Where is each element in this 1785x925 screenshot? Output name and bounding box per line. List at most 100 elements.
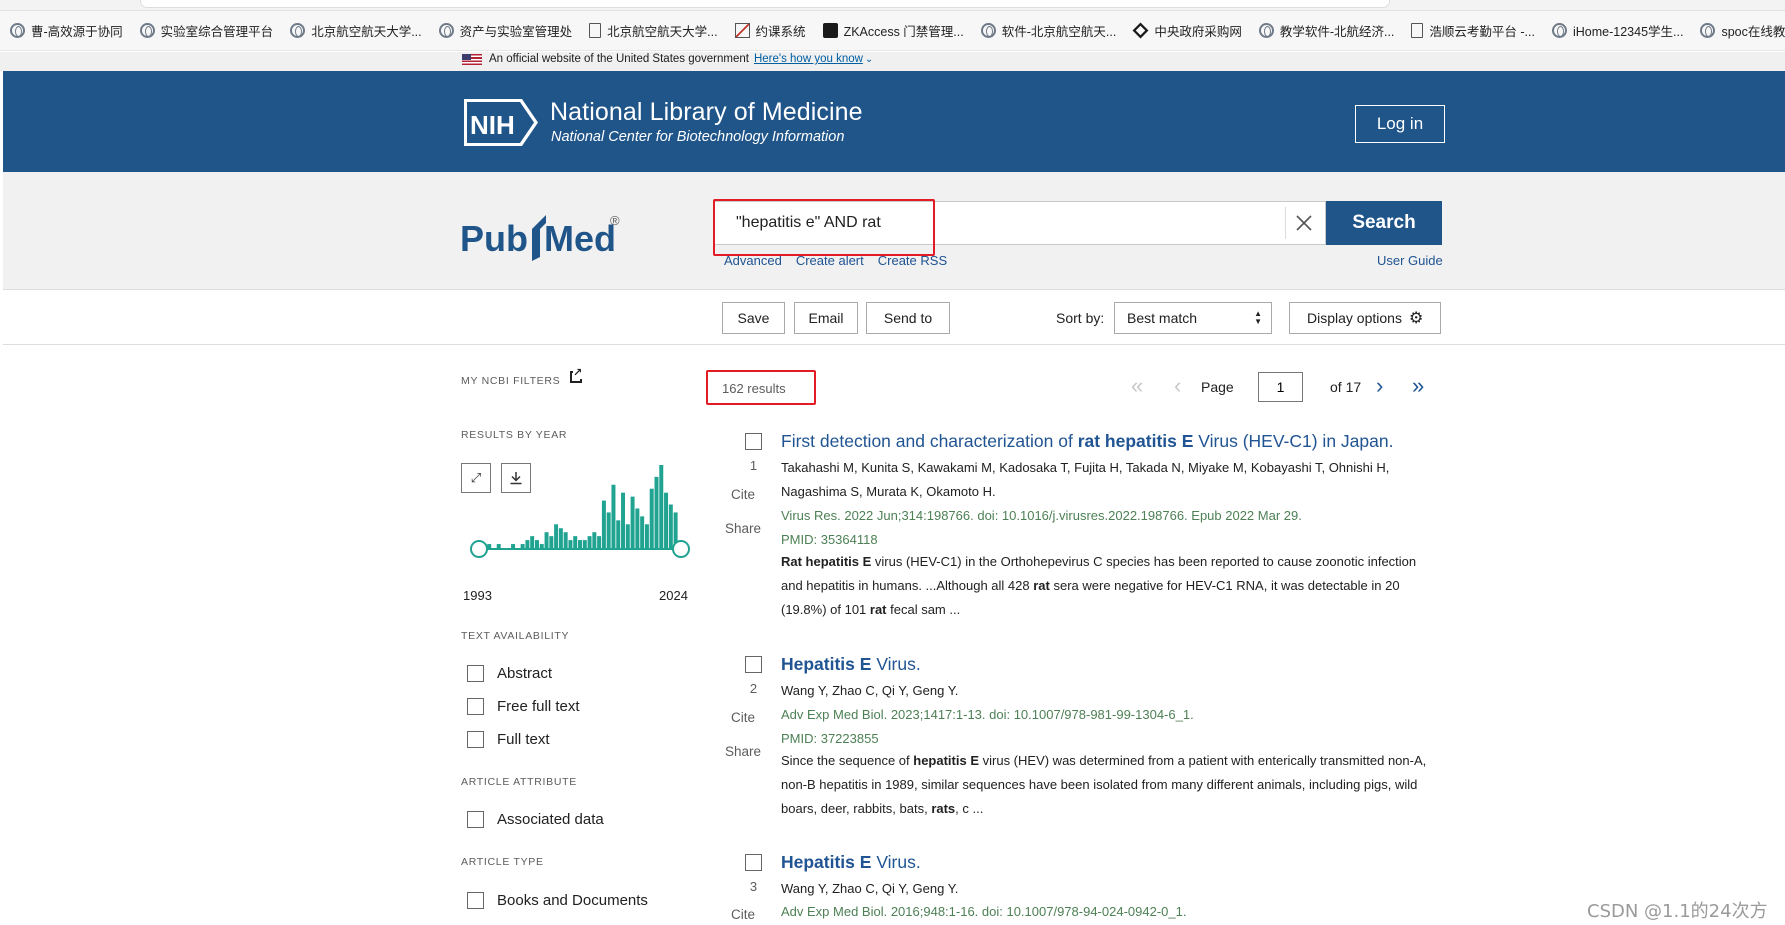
checkbox[interactable] [467,892,484,909]
filter-books-and-documents[interactable]: Books and Documents [467,892,648,909]
year-bar[interactable] [640,516,645,548]
year-bar[interactable] [511,544,516,548]
bookmark-item[interactable]: 资产与实验室管理处 [438,21,572,40]
filter-associated-data[interactable]: Associated data [467,811,604,828]
bookmark-label: 中央政府采购网 [1154,25,1242,39]
prev-page-icon[interactable]: ‹ [1174,371,1181,401]
user-guide-link[interactable]: User Guide [1377,253,1443,268]
year-bar[interactable] [530,536,535,548]
address-bar[interactable] [140,0,1390,8]
zk-icon [822,23,838,38]
year-bar[interactable] [563,532,568,548]
bookmark-item[interactable]: 软件-北京航空航天... [980,21,1116,40]
year-bar[interactable] [606,512,611,548]
bookmark-item[interactable]: 实验室综合管理平台 [139,21,273,40]
year-bar[interactable] [573,536,578,548]
text-availability-label: TEXT AVAILABILITY [461,630,570,642]
year-bar[interactable] [668,504,673,548]
first-page-icon[interactable]: « [1131,371,1143,401]
year-bar[interactable] [549,536,554,548]
bookmark-item[interactable]: 北京航空航天大学... [290,21,422,40]
bookmark-item[interactable]: iHome-12345学生... [1551,21,1683,40]
year-bar[interactable] [659,465,664,548]
sort-select[interactable]: Best match ▲ ▼ [1114,302,1272,334]
year-bar[interactable] [587,536,592,548]
filter-abstract[interactable]: Abstract [467,665,552,682]
year-bar[interactable] [654,476,659,548]
gov-banner-link[interactable]: Here's how you know [754,53,863,65]
next-page-icon[interactable]: › [1376,371,1383,401]
year-bar[interactable] [649,488,654,548]
year-bar[interactable] [496,544,501,548]
year-bar[interactable] [644,524,649,548]
nlm-title[interactable]: National Library of Medicine [550,98,863,127]
display-options-label: Display options [1307,310,1402,326]
year-bar[interactable] [621,492,626,548]
article-checkbox[interactable] [745,854,762,871]
page-number-input[interactable] [1258,372,1303,402]
year-bar[interactable] [534,540,539,548]
year-bar[interactable] [525,540,530,548]
bookmark-item[interactable]: 教学软件-北航经济... [1258,21,1394,40]
bookmark-item[interactable]: ZKAccess 门禁管理... [822,21,964,40]
year-bar[interactable] [597,536,602,548]
bookmark-item[interactable]: 约课系统 [734,21,806,40]
login-button[interactable]: Log in [1355,105,1445,143]
bookmark-item[interactable]: 中央政府采购网 [1132,21,1242,40]
checkbox[interactable] [467,665,484,682]
cite-button[interactable]: Cite [722,487,764,502]
year-bar[interactable] [578,540,582,548]
bookmark-label: ZKAccess 门禁管理... [843,25,964,39]
display-options-button[interactable]: Display options ⚙ [1289,302,1441,334]
year-bar[interactable] [635,508,640,548]
search-button[interactable]: Search [1326,201,1442,245]
article-checkbox[interactable] [745,656,762,673]
nih-logo[interactable]: NIH [462,97,540,148]
year-range-end-handle[interactable] [672,540,690,558]
year-range-start-handle[interactable] [470,540,488,558]
year-bar[interactable] [568,540,573,548]
year-bar[interactable] [625,524,630,548]
bookmark-label: 约课系统 [755,25,806,39]
checkbox[interactable] [467,731,484,748]
article-title[interactable]: First detection and characterization of … [781,431,1393,452]
bookmark-item[interactable]: 曹-高效源于协同 [10,21,123,40]
bookmark-item[interactable]: 浩顺云考勤平台 -... [1411,21,1535,40]
action-bar: Save Email Send to Sort by: Best match ▲… [3,290,1785,345]
article-title[interactable]: Hepatitis E Virus. [781,654,921,675]
filter-free-full-text[interactable]: Free full text [467,698,580,715]
year-bar[interactable] [554,524,559,548]
cite-button[interactable]: Cite [722,710,764,725]
year-bar[interactable] [601,500,606,548]
external-link-icon[interactable] [570,367,583,383]
year-bar[interactable] [616,520,621,548]
year-bar[interactable] [558,528,563,548]
year-bar[interactable] [582,540,587,548]
year-bar[interactable] [520,544,525,548]
year-bar[interactable] [592,532,597,548]
bookmark-item[interactable]: spoc在线教学平 [1700,21,1785,40]
send-to-button[interactable]: Send to [866,302,950,334]
year-bar[interactable] [630,496,635,548]
year-bar[interactable] [611,484,616,548]
year-bar[interactable] [539,544,544,548]
share-button[interactable]: Share [722,521,764,536]
year-bar[interactable] [544,532,549,548]
checkbox[interactable] [467,811,484,828]
year-bar[interactable] [664,492,669,548]
email-button[interactable]: Email [794,302,858,334]
pubmed-logo[interactable]: Pub Med ® [460,205,650,265]
clear-search-button[interactable] [1285,207,1321,239]
filter-full-text[interactable]: Full text [467,731,550,748]
results-by-year-chart[interactable] [470,463,690,578]
bookmark-item[interactable]: 北京航空航天大学... [589,21,718,40]
share-button[interactable]: Share [722,744,764,759]
chevron-down-icon[interactable]: ⌄ [865,54,873,65]
bookmark-label: spoc在线教学平 [1721,25,1785,39]
article-checkbox[interactable] [745,433,762,450]
save-button[interactable]: Save [722,302,785,334]
last-page-icon[interactable]: » [1412,371,1424,401]
cite-button[interactable]: Cite [722,907,764,922]
article-title[interactable]: Hepatitis E Virus. [781,852,921,873]
checkbox[interactable] [467,698,484,715]
